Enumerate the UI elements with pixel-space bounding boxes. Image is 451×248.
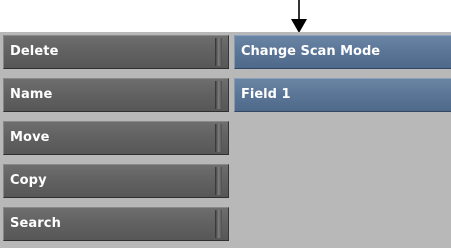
- delete-button[interactable]: Delete: [3, 35, 229, 69]
- search-button-label: Search: [10, 216, 61, 231]
- scan-field-selector[interactable]: Field 1: [234, 78, 451, 112]
- copy-button[interactable]: Copy: [3, 164, 229, 198]
- name-button[interactable]: Name: [3, 78, 229, 112]
- callout-arrow-icon: [291, 0, 307, 33]
- change-scan-mode-button[interactable]: Change Scan Mode: [234, 35, 451, 69]
- button-grip-icon: [215, 38, 222, 66]
- editing-menu-panel: Delete Name Move Copy Search Change Scan…: [0, 32, 451, 248]
- search-button[interactable]: Search: [3, 207, 229, 241]
- copy-button-label: Copy: [10, 173, 47, 188]
- button-grip-icon: [215, 124, 222, 152]
- move-button-label: Move: [10, 130, 50, 145]
- button-grip-icon: [215, 81, 222, 109]
- change-scan-mode-label: Change Scan Mode: [241, 44, 381, 59]
- scan-field-value: Field 1: [241, 87, 291, 102]
- button-grip-icon: [215, 167, 222, 195]
- button-grip-icon: [215, 210, 222, 238]
- name-button-label: Name: [10, 87, 53, 102]
- delete-button-label: Delete: [10, 44, 59, 59]
- move-button[interactable]: Move: [3, 121, 229, 155]
